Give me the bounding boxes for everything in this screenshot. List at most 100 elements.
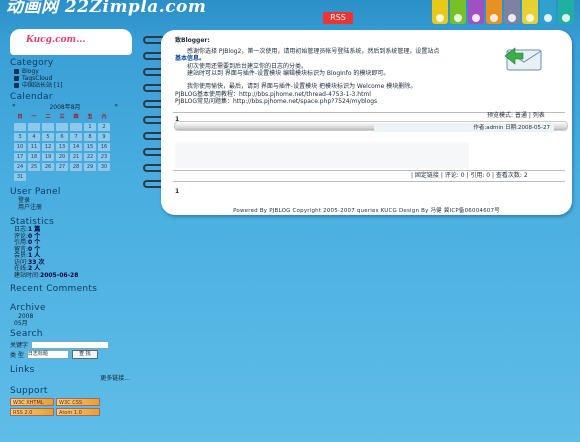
calendar-day[interactable]: 6	[56, 133, 68, 141]
calendar-day[interactable]: 19	[42, 153, 54, 161]
calendar-day[interactable]: 13	[56, 143, 68, 151]
nav-tab-3[interactable]	[468, 0, 484, 24]
calendar-day[interactable]	[14, 123, 26, 131]
calendar-day[interactable]: 18	[28, 153, 40, 161]
calendar-day[interactable]: 2	[98, 123, 110, 131]
post-divider-bottom	[173, 181, 565, 182]
archive-year: 2008	[18, 313, 34, 320]
mail-icon	[504, 47, 542, 71]
nav-tab-2[interactable]	[450, 0, 466, 24]
calendar-weekday: 三	[59, 114, 65, 120]
search-input[interactable]	[31, 340, 110, 349]
category-item[interactable]: TagsCloud	[14, 75, 132, 82]
calendar-day[interactable]: 29	[84, 163, 96, 171]
calendar-prev-button[interactable]: «	[12, 102, 16, 111]
post-content	[175, 142, 469, 168]
author-line: 作者:admin 日期:2008-05-27	[374, 125, 554, 132]
nav-tab-icon	[562, 14, 570, 22]
search-keyword-label: 关键字	[10, 342, 29, 349]
folder-icon	[14, 83, 19, 88]
nav-tab-4[interactable]	[486, 0, 502, 24]
nav-tab-icon	[544, 14, 552, 22]
category-item[interactable]: Blogy	[14, 68, 132, 75]
calendar-day[interactable]: 9	[98, 133, 110, 141]
calendar-day[interactable]: 24	[14, 163, 26, 171]
calendar-title: Calendar	[10, 92, 53, 102]
calendar-day[interactable]: 7	[70, 133, 82, 141]
folder-icon	[14, 76, 19, 81]
category-item-label: Blogy	[22, 68, 39, 75]
calendar-month: 2008年8月	[49, 104, 81, 111]
calendar-day[interactable]: 5	[42, 133, 54, 141]
nav-tab-5[interactable]	[504, 0, 520, 24]
post-actions[interactable]: | 固定链接 | 评论: 0 | 引用: 0 | 查看次数: 2	[411, 172, 528, 179]
calendar-day[interactable]: 28	[70, 163, 82, 171]
more-links-link[interactable]: 更多链接...	[100, 375, 130, 382]
register-link[interactable]: 用户注册	[14, 204, 132, 211]
greeting: 致Blogger:	[175, 37, 210, 44]
nav-tab-8[interactable]	[558, 0, 574, 24]
calendar-day[interactable]: 14	[70, 143, 82, 151]
calendar-day[interactable]: 15	[84, 143, 96, 151]
calendar-day[interactable]: 1	[84, 123, 96, 131]
nav-tab-6[interactable]	[522, 0, 538, 24]
calendar-day[interactable]: 23	[98, 153, 110, 161]
support-badge[interactable]: W3C XHTML 1.0	[10, 398, 54, 414]
search-button[interactable]: 查 找	[71, 350, 98, 359]
calendar-weekday: 四	[73, 114, 79, 120]
calendar-day[interactable]	[70, 123, 82, 131]
post-divider-mid	[173, 170, 565, 171]
tutorial-link[interactable]: PJBLOG基本使用教程：http://bbs.pjhome.net/threa…	[175, 91, 371, 98]
calendar-day[interactable]: 27	[56, 163, 68, 171]
page-number[interactable]: 1	[175, 188, 179, 195]
calendar-day[interactable]: 22	[84, 153, 96, 161]
support-badge[interactable]: RSS 2.0	[10, 408, 54, 416]
calendar-day[interactable]: 20	[56, 153, 68, 161]
archive-month-link[interactable]: 05月	[14, 320, 132, 327]
nav-tab-7[interactable]	[540, 0, 556, 24]
calendar-day[interactable]: 25	[28, 163, 40, 171]
sidebar: Kucg.com... Category Blogy TagsCloud 中国站长站…	[10, 29, 132, 416]
calendar-day[interactable]: 11	[28, 143, 40, 151]
calendar-day[interactable]: 3	[14, 133, 26, 141]
category-title: Category	[10, 58, 54, 68]
login-link[interactable]: 登录	[14, 197, 132, 204]
calendar-day[interactable]: 4	[28, 133, 40, 141]
header-title: 动画网 22Zimpla.com	[6, 0, 207, 17]
welcome-para-1b: 基本信息。	[175, 55, 206, 62]
support-badge[interactable]: Atom 1.0	[56, 408, 100, 416]
nav-tab-icon	[490, 14, 498, 22]
logo-box: Kucg.com...	[10, 29, 132, 55]
calendar-day[interactable]: 10	[14, 143, 26, 151]
calendar-weekday: 二	[45, 114, 51, 120]
search-keyword-row: 关键字	[10, 340, 132, 349]
calendar-day[interactable]: 26	[42, 163, 54, 171]
calendar-day[interactable]: 21	[70, 153, 82, 161]
site-logo[interactable]: Kucg.com...	[26, 35, 85, 45]
top-nav	[432, 0, 574, 26]
calendar-day[interactable]	[56, 123, 68, 131]
calendar-day[interactable]: 17	[14, 153, 26, 161]
support-badge[interactable]: W3C CSS	[56, 398, 100, 406]
calendar-day[interactable]: 31	[14, 173, 26, 181]
calendar-day[interactable]: 8	[84, 133, 96, 141]
calendar-weekday: 五	[87, 114, 93, 120]
view-mode-switch[interactable]: 预览模式: 普通 | 列表	[487, 112, 545, 119]
category-item-label: TagsCloud	[22, 75, 53, 82]
calendar-weekday: 六	[101, 114, 107, 120]
calendar-day[interactable]	[42, 123, 54, 131]
rss-badge[interactable]: RSS	[323, 12, 353, 24]
faq-link[interactable]: PJBLOG常见问题集：http://bbs.pjhome.net/space.…	[175, 98, 377, 105]
nav-tab-1[interactable]	[432, 0, 448, 24]
search-type-select[interactable]: 日志标题	[26, 350, 69, 359]
support-title: Support	[10, 386, 48, 396]
nav-tab-icon	[472, 14, 480, 22]
calendar-day[interactable]	[28, 123, 40, 131]
category-item[interactable]: 中国站长站 [1]	[14, 82, 132, 89]
calendar-day[interactable]: 12	[42, 143, 54, 151]
folder-icon	[14, 69, 19, 74]
calendar-day[interactable]: 16	[98, 143, 110, 151]
calendar-next-button[interactable]: »	[114, 102, 118, 111]
category-list: Blogy TagsCloud 中国站长站 [1]	[10, 68, 132, 89]
calendar-day[interactable]: 30	[98, 163, 110, 171]
